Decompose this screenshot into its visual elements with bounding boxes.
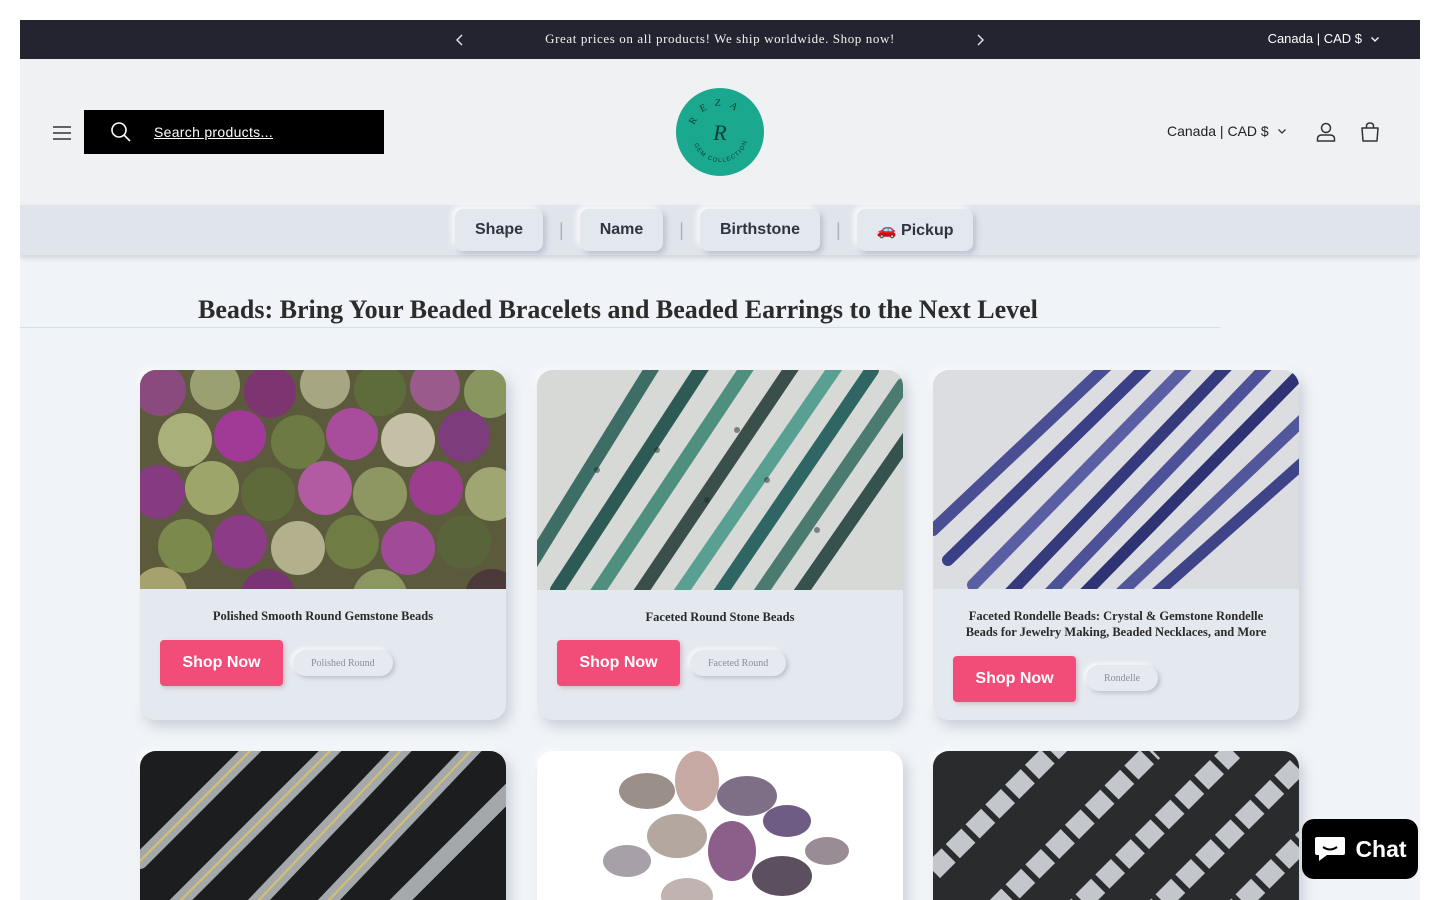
- product-category-card: Faceted Rondelle Beads: Crystal & Gemsto…: [933, 370, 1299, 720]
- nav-separator: |: [559, 219, 564, 240]
- reza-gem-logo-icon: REZA GEM COLLECTION R: [687, 98, 748, 164]
- product-category-card: [140, 751, 506, 900]
- nav-item-shape[interactable]: Shape: [455, 209, 544, 251]
- locale-label: Canada | CAD $: [1167, 123, 1269, 139]
- user-icon: [1316, 122, 1336, 142]
- nav-item-pickup[interactable]: 🚗 Pickup: [856, 209, 974, 251]
- faceted-round-beads-image: [537, 370, 903, 590]
- category-nav: Shape | Name | Birthstone | 🚗 Pickup: [20, 205, 1420, 255]
- product-category-card: [537, 751, 903, 900]
- search-placeholder: Search products...: [154, 124, 274, 140]
- locale-label: Canada | CAD $: [1267, 31, 1362, 46]
- rectangle-beads-image: [933, 751, 1299, 900]
- store-logo[interactable]: REZA GEM COLLECTION R: [676, 88, 764, 176]
- nav-separator: |: [679, 219, 684, 240]
- clear-quartz-beads-image: [140, 751, 506, 900]
- card-title: Faceted Round Stone Beads: [645, 610, 795, 624]
- announcement-text: Great prices on all products! We ship wo…: [545, 31, 895, 46]
- category-tag[interactable]: Faceted Round: [690, 650, 787, 676]
- category-tag[interactable]: Polished Round: [293, 650, 393, 676]
- chat-widget-button[interactable]: Chat: [1302, 819, 1418, 879]
- product-category-card: [933, 751, 1299, 900]
- cart-button[interactable]: [1358, 120, 1382, 149]
- announcement-locale-selector[interactable]: Canada | CAD $: [1268, 31, 1380, 46]
- product-category-card: Faceted Round Stone Beads Shop Now Facet…: [537, 370, 903, 720]
- shop-now-button[interactable]: Shop Now: [953, 656, 1076, 702]
- shop-now-button[interactable]: Shop Now: [160, 640, 283, 686]
- chat-bubble-icon: [1315, 837, 1346, 861]
- menu-button[interactable]: [50, 121, 74, 145]
- chevron-down-icon: [1277, 129, 1286, 134]
- search-input[interactable]: Search products...: [84, 110, 384, 154]
- page-title: Beads: Bring Your Beaded Bracelets and B…: [198, 295, 1038, 324]
- rondelle-beads-image: [933, 370, 1299, 589]
- hamburger-icon: [53, 126, 71, 140]
- chat-label: Chat: [1355, 835, 1407, 862]
- nav-item-name[interactable]: Name: [579, 209, 664, 251]
- product-category-card: Polished Smooth Round Gemstone Beads Sho…: [140, 370, 506, 720]
- account-button[interactable]: [1314, 120, 1338, 149]
- chevron-right-icon: [977, 34, 984, 46]
- shop-now-button[interactable]: Shop Now: [557, 640, 680, 686]
- card-title: Polished Smooth Round Gemstone Beads: [212, 609, 434, 623]
- announcement-bar: Great prices on all products! We ship wo…: [20, 20, 1420, 59]
- nav-separator: |: [835, 219, 841, 240]
- nav-item-birthstone[interactable]: Birthstone: [699, 209, 820, 251]
- search-icon: [111, 122, 131, 142]
- storefront-page: Great prices on all products! We ship wo…: [20, 20, 1420, 900]
- site-header: Search products... REZA GEM COLLECTION R…: [20, 59, 1420, 205]
- category-tag[interactable]: Rondelle: [1086, 665, 1159, 691]
- chevron-down-icon: [1371, 36, 1379, 42]
- polished-round-beads-image: [140, 370, 506, 589]
- quartz-cabochons-image: [537, 751, 903, 900]
- title-divider: [20, 327, 1220, 328]
- header-locale-selector[interactable]: Canada | CAD $: [1167, 123, 1287, 139]
- svg-text:R: R: [712, 120, 727, 145]
- card-title: Faceted Rondelle Beads: Crystal & Gemsto…: [965, 609, 1267, 639]
- shopping-bag-icon: [1361, 122, 1379, 142]
- category-nav-list: Shape | Name | Birthstone | 🚗 Pickup: [455, 209, 974, 251]
- next-announcement-button[interactable]: [970, 30, 990, 50]
